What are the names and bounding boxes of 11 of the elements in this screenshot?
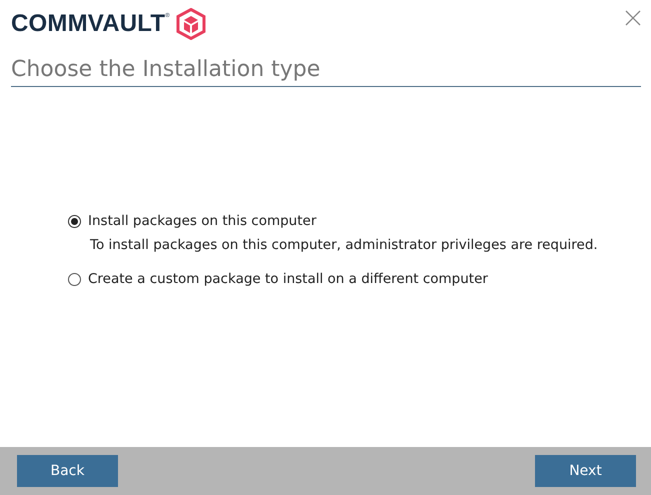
option-description: To install packages on this computer, administrator privileges are required. — [90, 237, 599, 253]
page-title: Choose the Installation type — [11, 57, 641, 87]
wizard-button[interactable]: Next — [535, 455, 636, 487]
option-label[interactable]: Install packages on this computer — [88, 213, 316, 229]
radio-button[interactable] — [68, 272, 81, 286]
logo-wordmark: COMMVAULT$^{®}$ — [11, 10, 170, 38]
close-icon[interactable] — [625, 10, 641, 26]
radio-button[interactable] — [68, 214, 81, 228]
wizard-button[interactable]: Back — [17, 455, 118, 487]
option-label[interactable]: Create a custom package to install on a different computer — [88, 271, 488, 287]
cube-logo-icon — [176, 8, 206, 40]
